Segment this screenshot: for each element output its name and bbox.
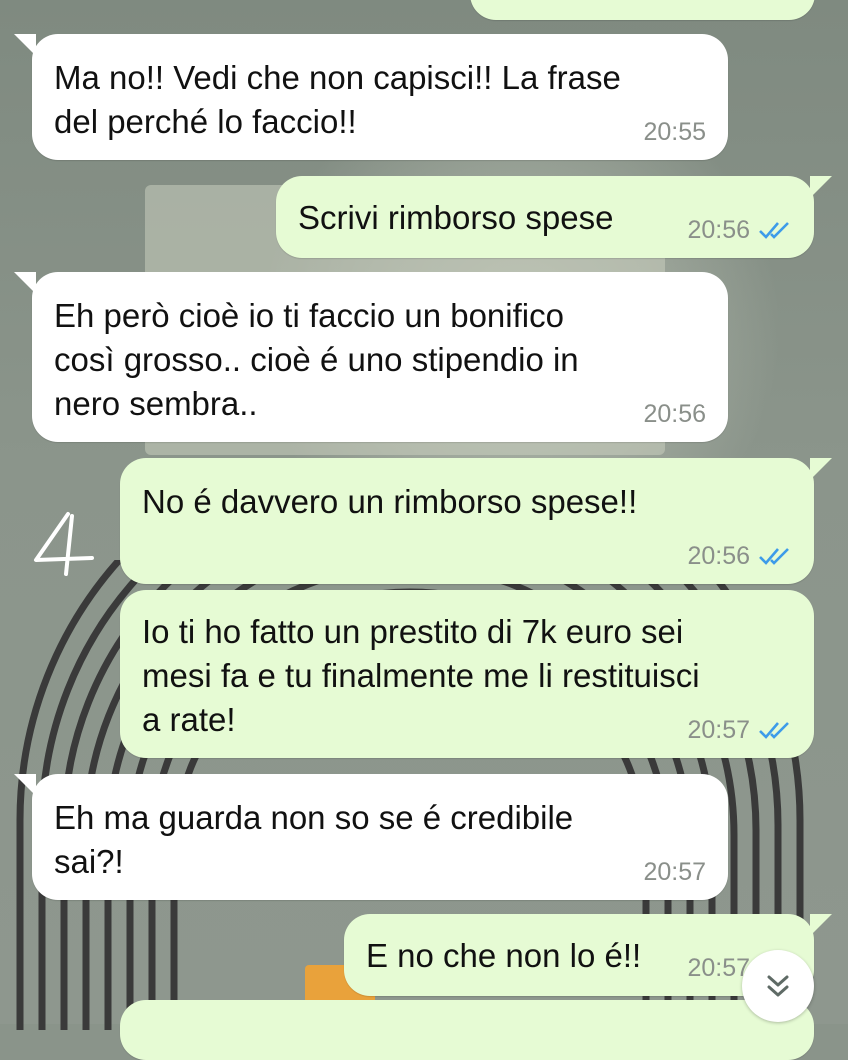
message-time: 20:55 <box>643 118 706 146</box>
message-meta: 20:55 <box>643 118 706 146</box>
outgoing-message[interactable]: Scrivi rimborso spese 20:56 <box>276 176 814 258</box>
incoming-message[interactable]: Ma no!! Vedi che non capisci!! La frase … <box>32 34 728 160</box>
message-meta: 20:57 <box>643 858 706 886</box>
outgoing-bubble-tail <box>810 176 832 198</box>
partial-outgoing-bubble-bottom <box>120 1000 814 1060</box>
message-time: 20:57 <box>643 858 706 886</box>
message-text: Eh ma guarda non so se é credibile sai?! <box>54 799 574 880</box>
double-check-read-icon <box>759 548 789 565</box>
double-chevron-down-icon <box>767 975 789 997</box>
message-text: Eh però cioè io ti faccio un bonifico co… <box>54 297 579 422</box>
message-time: 20:56 <box>687 542 750 570</box>
message-time: 20:57 <box>687 954 750 982</box>
message-time: 20:57 <box>687 716 750 744</box>
handwritten-number-annotation: 4 <box>34 512 94 576</box>
scroll-to-bottom-button[interactable] <box>742 950 814 1022</box>
message-time: 20:56 <box>687 216 750 244</box>
message-meta: 20:57 <box>687 716 792 744</box>
double-check-read-icon <box>759 222 789 239</box>
message-text: No é davvero un rimborso spese!! <box>142 483 638 520</box>
message-text: Ma no!! Vedi che non capisci!! La frase … <box>54 59 621 140</box>
outgoing-message[interactable]: No é davvero un rimborso spese!! 20:56 <box>120 458 814 584</box>
incoming-message[interactable]: Eh però cioè io ti faccio un bonifico co… <box>32 272 728 442</box>
partial-outgoing-bubble-top <box>470 0 815 20</box>
incoming-bubble-tail <box>14 774 36 796</box>
outgoing-message[interactable]: Io ti ho fatto un prestito di 7k euro se… <box>120 590 814 758</box>
outgoing-bubble-tail <box>810 458 832 480</box>
message-time: 20:56 <box>643 400 706 428</box>
double-check-read-icon <box>759 722 789 739</box>
message-meta: 20:56 <box>687 216 792 244</box>
incoming-bubble-tail <box>14 272 36 294</box>
message-meta: 20:56 <box>687 542 792 570</box>
outgoing-bubble-tail <box>810 914 832 936</box>
message-meta: 20:56 <box>643 400 706 428</box>
incoming-message[interactable]: Eh ma guarda non so se é credibile sai?!… <box>32 774 728 900</box>
incoming-bubble-tail <box>14 34 36 56</box>
